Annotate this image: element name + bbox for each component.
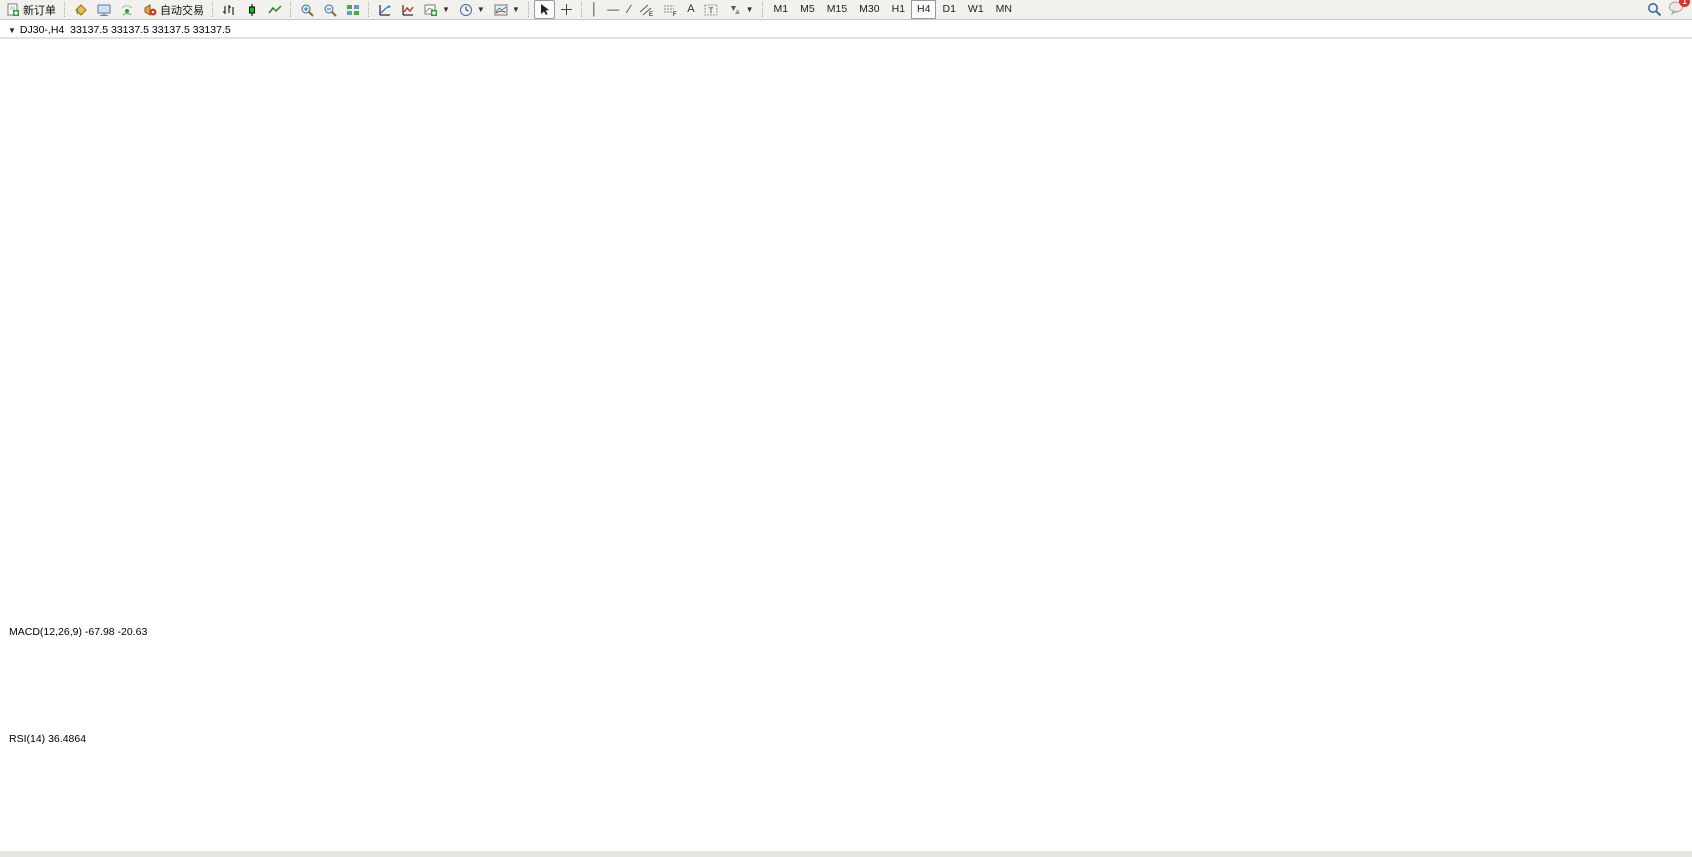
chart-canvas[interactable] [0, 20, 1692, 857]
toolbar-separator [528, 2, 530, 17]
arrows-icon [728, 3, 742, 17]
toolbar-separator [212, 2, 214, 17]
timeframe-group: M1M5M15M30H1H4D1W1MN [768, 0, 1018, 19]
signal-icon [120, 3, 134, 17]
caret-down-icon: ▼ [746, 5, 754, 14]
chart-marker-icon [401, 3, 415, 17]
toolbar: 新订单 自动交易 [0, 0, 1692, 20]
timeframe-button-D1[interactable]: D1 [936, 0, 961, 19]
new-order-icon [6, 3, 20, 17]
channel-tool-button[interactable]: E [635, 0, 658, 19]
ohlc-bars-icon [222, 3, 236, 17]
new-order-button[interactable]: 新订单 [2, 0, 60, 19]
svg-text:F: F [673, 12, 677, 17]
autotrade-icon [143, 3, 157, 17]
template-icon [494, 3, 508, 17]
channel-icon: E [639, 3, 654, 17]
window-bottom-edge [0, 851, 1692, 857]
timeframe-button-M1[interactable]: M1 [768, 0, 795, 19]
cursor-tool-button[interactable] [534, 0, 555, 19]
monitor-icon [97, 3, 111, 17]
line-chart-button[interactable] [264, 0, 286, 19]
candlestick-button[interactable] [241, 0, 263, 19]
ohlc-values: 33137.5 33137.5 33137.5 33137.5 [70, 24, 231, 36]
cursor-icon [538, 3, 551, 16]
candlestick-icon [245, 3, 259, 17]
zoom-out-button[interactable] [319, 0, 341, 19]
clock-icon [459, 3, 473, 17]
text-label-tool-button[interactable]: T [700, 0, 723, 19]
notification-badge: 1 [1679, 0, 1690, 7]
autotrade-button[interactable]: 自动交易 [139, 0, 208, 19]
mt4-window: 新订单 自动交易 [0, 0, 1692, 857]
timeframe-button-H4[interactable]: H4 [911, 0, 936, 19]
horizontal-line-icon: — [607, 3, 619, 16]
trendline-icon: ∕ [628, 3, 630, 16]
text-label-icon: T [704, 3, 719, 17]
period-button[interactable]: ▼ [455, 0, 489, 19]
new-order-label: 新订单 [23, 2, 56, 18]
toolbar-right: 1 [1647, 0, 1690, 20]
add-indicator-icon [424, 3, 438, 17]
caret-down-icon: ▼ [512, 5, 520, 14]
zoom-in-icon [300, 3, 314, 17]
timeframe-button-W1[interactable]: W1 [962, 0, 990, 19]
svg-text:T: T [708, 6, 713, 15]
bar-chart-button[interactable] [218, 0, 240, 19]
tile-windows-button[interactable] [342, 0, 364, 19]
line-chart-icon [268, 3, 282, 17]
horizontal-line-tool-button[interactable]: — [603, 0, 623, 19]
zoom-in-button[interactable] [296, 0, 318, 19]
macd-indicator-label: MACD(12,26,9) -67.98 -20.63 [9, 626, 147, 638]
timeframe-button-M5[interactable]: M5 [794, 0, 821, 19]
market-watch-button[interactable] [93, 0, 115, 19]
trendline-tool-button[interactable]: ∕ [624, 0, 634, 19]
toolbar-separator [762, 2, 764, 17]
autotrade-label: 自动交易 [160, 2, 204, 18]
chart-dropdown-icon[interactable]: ▼ [8, 26, 16, 35]
search-icon[interactable] [1647, 2, 1662, 17]
timeframe-button-H1[interactable]: H1 [886, 0, 911, 19]
timeframe-button-M30[interactable]: M30 [853, 0, 885, 19]
add-indicator-button[interactable]: ▼ [420, 0, 454, 19]
crosshair-tool-button[interactable] [556, 0, 577, 19]
vertical-line-tool-button[interactable]: │ [587, 0, 603, 19]
toolbar-separator [64, 2, 66, 17]
text-tool-button[interactable]: A [683, 0, 698, 19]
styler-button[interactable] [70, 0, 92, 19]
crosshair-icon [560, 3, 573, 16]
vertical-line-icon: │ [591, 3, 599, 16]
chart-title: ▼ DJ30-,H4 33137.5 33137.5 33137.5 33137.… [8, 24, 231, 36]
toolbar-separator [290, 2, 292, 17]
rsi-indicator-label: RSI(14) 36.4864 [9, 733, 86, 745]
fibonacci-icon: F [663, 3, 678, 17]
paint-bucket-icon [74, 3, 88, 17]
timeframe-button-M15[interactable]: M15 [821, 0, 853, 19]
symbol-period: DJ30-,H4 [20, 24, 64, 36]
strategy-tester-button[interactable] [374, 0, 396, 19]
arrows-tool-button[interactable]: ▼ [724, 0, 758, 19]
indicator-window-button[interactable] [397, 0, 419, 19]
tile-windows-icon [346, 3, 360, 17]
caret-down-icon: ▼ [442, 5, 450, 14]
toolbar-separator [581, 2, 583, 17]
template-button[interactable]: ▼ [490, 0, 524, 19]
svg-text:E: E [649, 12, 653, 17]
zoom-out-icon [323, 3, 337, 17]
text-icon: A [687, 3, 694, 16]
signals-button[interactable] [116, 0, 138, 19]
fibonacci-tool-button[interactable]: F [659, 0, 682, 19]
caret-down-icon: ▼ [477, 5, 485, 14]
toolbar-separator [368, 2, 370, 17]
chat-button[interactable]: 1 [1668, 0, 1684, 20]
timeframe-button-MN[interactable]: MN [990, 0, 1018, 19]
chart-arrow-icon [378, 3, 392, 17]
